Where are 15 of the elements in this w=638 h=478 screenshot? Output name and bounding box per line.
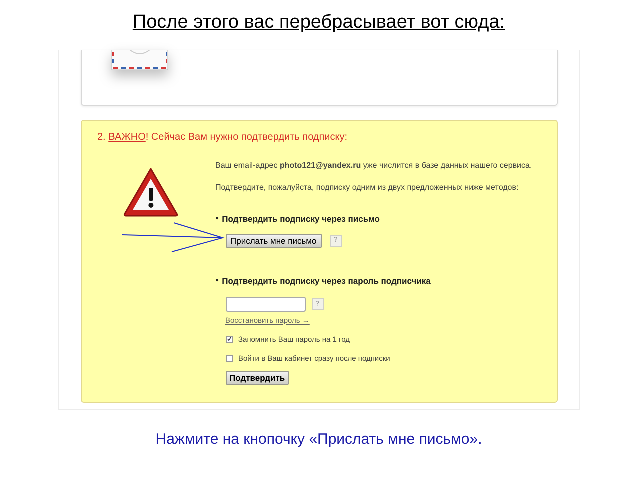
instruction-text: Подтвердите, пожалуйста, подписку одним из двух предложенных ниже методов: <box>216 182 520 194</box>
notice-heading: ! Сейчас Вам нужно подтвердить подписку: <box>146 131 348 145</box>
method-title: Подтвердить подписку через пароль подписчика <box>222 274 431 288</box>
method-title: Подтвердить подписку через письмо <box>222 213 380 226</box>
warning-icon <box>122 166 180 218</box>
checkbox[interactable] <box>226 355 232 362</box>
email-status-text: Ваш email-адрес photo121@yandex.ru уже числится в базе данных нашего сервиса. <box>216 160 532 172</box>
confirm-button[interactable]: Подтвердить <box>226 371 290 386</box>
slide-caption: Нажмите на кнопочку «Прислать мне письмо». <box>156 430 482 450</box>
slide-title: После этого вас перебрасывает вот сюда: <box>132 11 506 35</box>
password-field[interactable] <box>226 296 306 312</box>
important-link[interactable]: ВАЖНО <box>108 130 146 145</box>
checkbox[interactable] <box>226 336 232 343</box>
notice-heading-number: 2. <box>98 131 107 145</box>
send-letter-button[interactable]: Прислать мне письмо <box>226 234 322 248</box>
